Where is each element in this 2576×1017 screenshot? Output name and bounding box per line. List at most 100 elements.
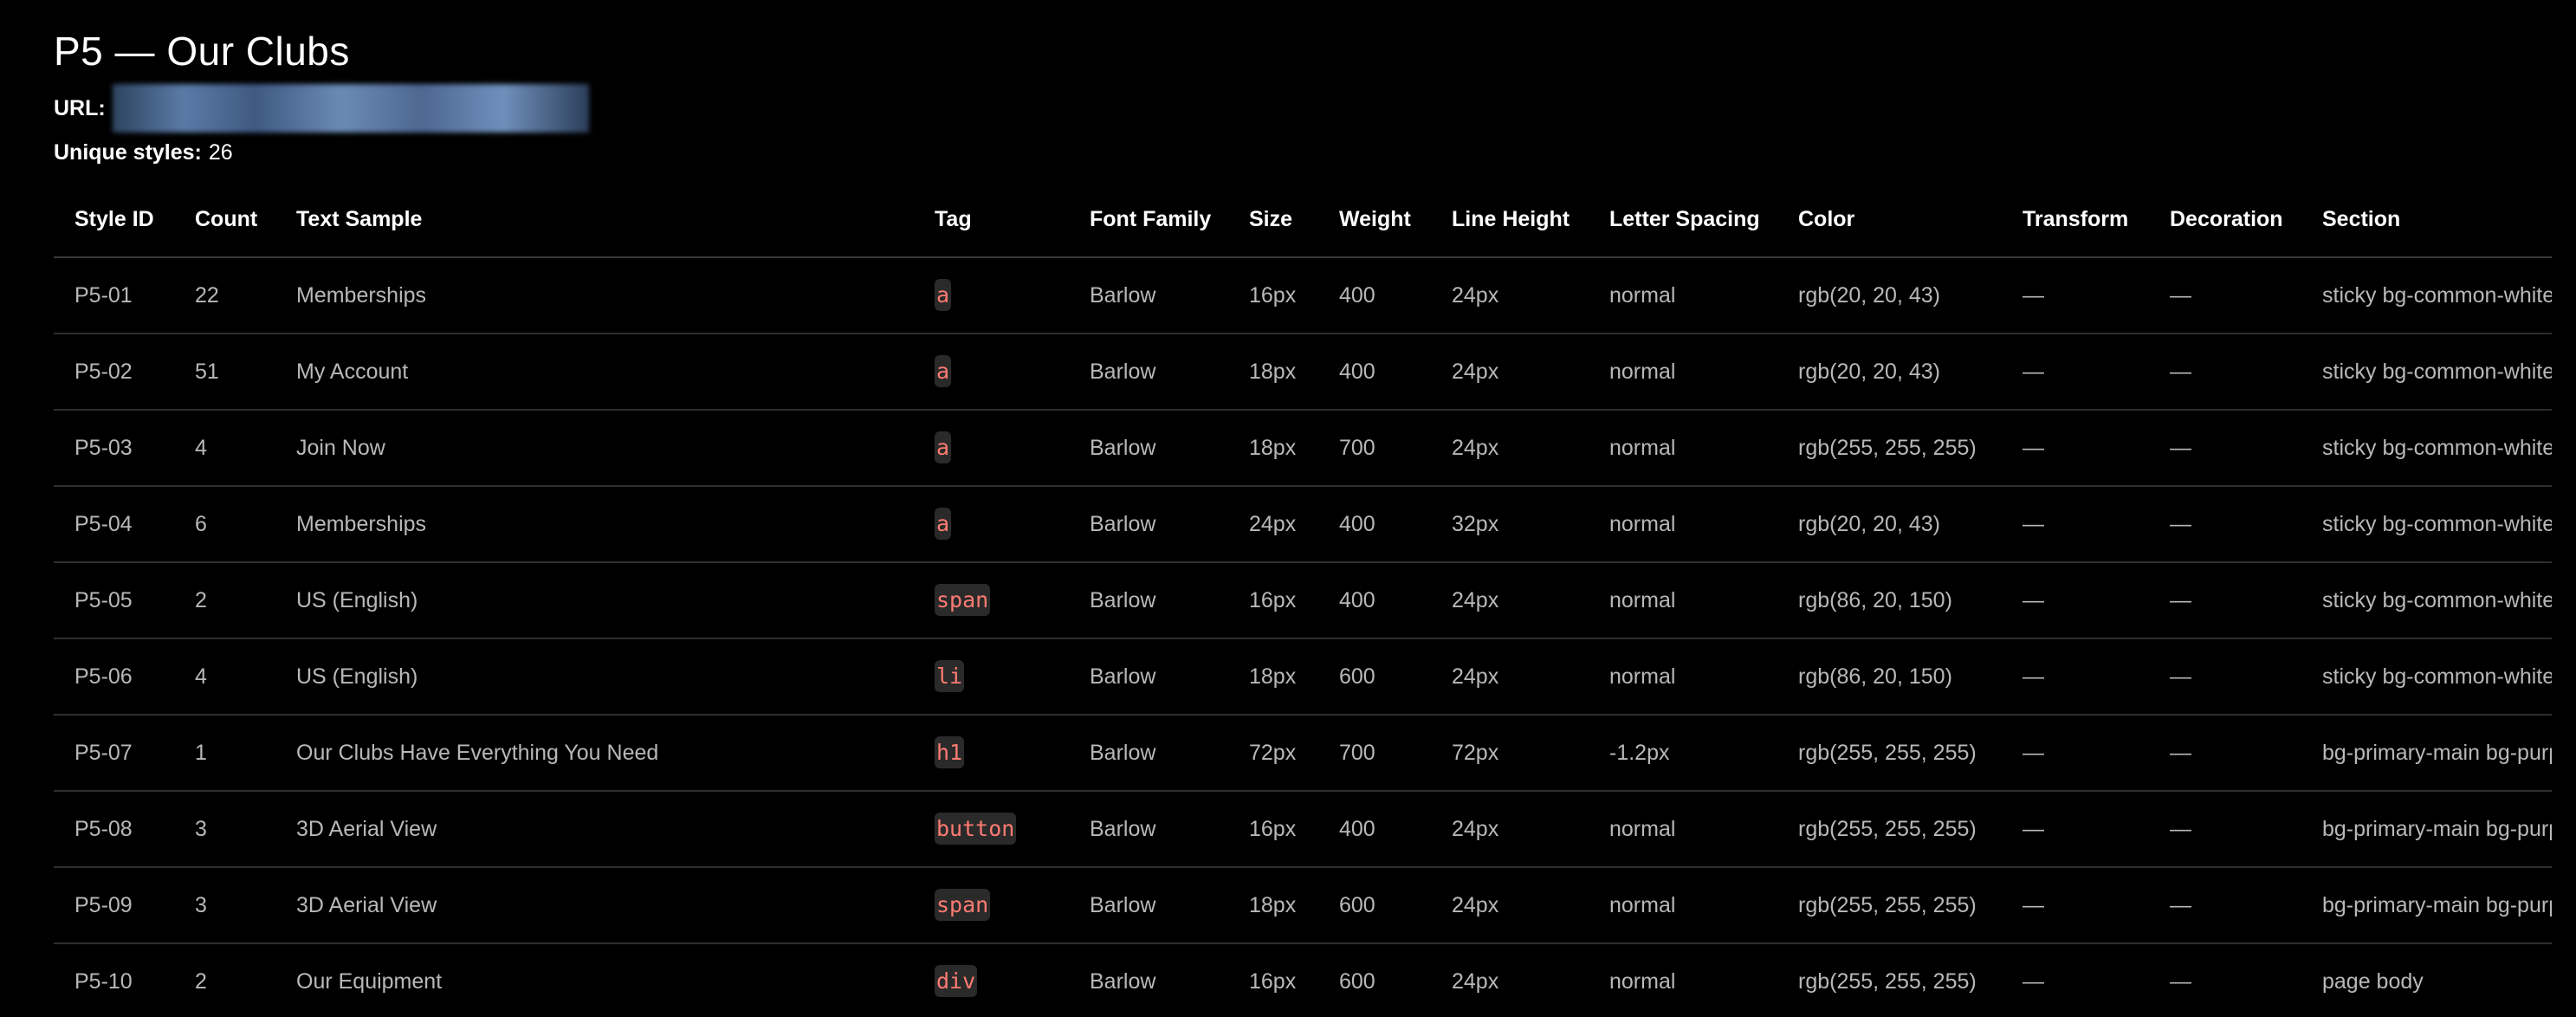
cell-text-sample: Our Clubs Have Everything You Need (275, 715, 935, 792)
cell-weight: 700 (1318, 715, 1431, 792)
cell-line-height: 32px (1431, 486, 1589, 563)
cell-color: rgb(20, 20, 43) (1777, 257, 2002, 334)
cell-tag: button (935, 791, 1069, 868)
cell-count: 2 (174, 562, 275, 639)
tag-code: a (935, 279, 952, 311)
cell-line-height: 24px (1431, 562, 1589, 639)
cell-letter-spacing: normal (1589, 562, 1777, 639)
column-header-color: Color (1777, 182, 2002, 258)
unique-styles-count: 26 (208, 140, 233, 165)
table-row: P5-10 2 Our Equipment div Barlow 16px 600 24px n… (54, 943, 2552, 1017)
cell-font-family: Barlow (1069, 257, 1228, 334)
cell-section: sticky bg-common-white (2301, 334, 2552, 411)
tag-code: a (935, 431, 952, 463)
cell-style-id: P5-10 (54, 943, 174, 1017)
cell-transform: — (2002, 791, 2149, 868)
cell-letter-spacing: normal (1589, 638, 1777, 716)
cell-text-sample: My Account (275, 334, 935, 411)
cell-letter-spacing: normal (1589, 486, 1777, 563)
column-header-size: Size (1228, 182, 1318, 258)
cell-section: sticky bg-common-white (2301, 410, 2552, 487)
tag-code: a (935, 508, 952, 540)
cell-size: 24px (1228, 486, 1318, 563)
cell-decoration: — (2149, 562, 2301, 639)
cell-style-id: P5-05 (54, 562, 174, 639)
table-row: P5-09 3 3D Aerial View span Barlow 18px 600 24p… (54, 867, 2552, 944)
cell-color: rgb(255, 255, 255) (1777, 715, 2002, 792)
cell-font-family: Barlow (1069, 486, 1228, 563)
page-title: P5 — Our Clubs (54, 29, 350, 74)
cell-text-sample: Our Equipment (275, 943, 935, 1017)
cell-size: 72px (1228, 715, 1318, 792)
cell-line-height: 24px (1431, 410, 1589, 487)
report-header: P5 — Our Clubs URL: Unique styles: 26 St… (54, 19, 2552, 1017)
cell-transform: — (2002, 638, 2149, 716)
url-label: URL: (54, 96, 106, 120)
cell-weight: 400 (1318, 257, 1431, 334)
table-row: P5-05 2 US (English) span Barlow 16px 400 24px n… (54, 562, 2552, 639)
table-row: P5-04 6 Memberships a Barlow 24px 400 32px norma… (54, 486, 2552, 563)
table-row: P5-01 22 Memberships a Barlow 16px 400 24px norm… (54, 257, 2552, 334)
cell-font-family: Barlow (1069, 867, 1228, 944)
cell-size: 16px (1228, 791, 1318, 868)
table-row: P5-07 1 Our Clubs Have Everything You Need… (54, 715, 2552, 792)
cell-transform: — (2002, 334, 2149, 411)
cell-font-family: Barlow (1069, 334, 1228, 411)
cell-decoration: — (2149, 638, 2301, 716)
cell-decoration: — (2149, 867, 2301, 944)
cell-font-family: Barlow (1069, 943, 1228, 1017)
cell-size: 16px (1228, 562, 1318, 639)
cell-section: sticky bg-common-white (2301, 486, 2552, 563)
cell-transform: — (2002, 867, 2149, 944)
unique-styles-label: Unique styles: (54, 140, 202, 165)
cell-style-id: P5-04 (54, 486, 174, 563)
cell-letter-spacing: normal (1589, 867, 1777, 944)
cell-color: rgb(255, 255, 255) (1777, 410, 2002, 487)
cell-color: rgb(255, 255, 255) (1777, 791, 2002, 868)
tag-code: div (935, 965, 978, 997)
cell-size: 18px (1228, 410, 1318, 487)
column-header-decoration: Decoration (2149, 182, 2301, 258)
cell-size: 18px (1228, 334, 1318, 411)
cell-style-id: P5-09 (54, 867, 174, 944)
cell-color: rgb(20, 20, 43) (1777, 334, 2002, 411)
cell-font-family: Barlow (1069, 562, 1228, 639)
cell-line-height: 24px (1431, 334, 1589, 411)
cell-section: sticky bg-common-white (2301, 638, 2552, 716)
cell-text-sample: US (English) (275, 562, 935, 639)
tag-code: span (935, 889, 991, 921)
cell-decoration: — (2149, 486, 2301, 563)
table-row: P5-03 4 Join Now a Barlow 18px 700 24px normal rg… (54, 410, 2552, 487)
cell-font-family: Barlow (1069, 715, 1228, 792)
column-header-weight: Weight (1318, 182, 1431, 258)
cell-letter-spacing: -1.2px (1589, 715, 1777, 792)
cell-tag: a (935, 486, 1069, 563)
table-header-row: Style ID Count Text Sample Tag Font Family Si… (54, 182, 2552, 258)
cell-section: sticky bg-common-white (2301, 562, 2552, 639)
table-body: P5-01 22 Memberships a Barlow 16px 400 24px norm… (54, 257, 2552, 1017)
cell-line-height: 24px (1431, 867, 1589, 944)
cell-letter-spacing: normal (1589, 410, 1777, 487)
styles-table: Style ID Count Text Sample Tag Font Family Si… (54, 182, 2552, 1017)
column-header-tag: Tag (935, 182, 1069, 258)
cell-section: bg-primary-main bg-purpl (2301, 715, 2552, 792)
cell-text-sample: 3D Aerial View (275, 867, 935, 944)
tag-code: span (935, 584, 991, 616)
cell-letter-spacing: normal (1589, 334, 1777, 411)
cell-color: rgb(86, 20, 150) (1777, 638, 2002, 716)
cell-text-sample: Memberships (275, 257, 935, 334)
cell-font-family: Barlow (1069, 791, 1228, 868)
cell-count: 1 (174, 715, 275, 792)
cell-count: 3 (174, 867, 275, 944)
cell-tag: a (935, 410, 1069, 487)
cell-size: 18px (1228, 867, 1318, 944)
cell-transform: — (2002, 486, 2149, 563)
cell-transform: — (2002, 257, 2149, 334)
cell-weight: 600 (1318, 638, 1431, 716)
cell-weight: 400 (1318, 791, 1431, 868)
column-header-count: Count (174, 182, 275, 258)
cell-color: rgb(20, 20, 43) (1777, 486, 2002, 563)
cell-tag: a (935, 257, 1069, 334)
url-line: URL: (54, 83, 2548, 133)
cell-tag: span (935, 562, 1069, 639)
